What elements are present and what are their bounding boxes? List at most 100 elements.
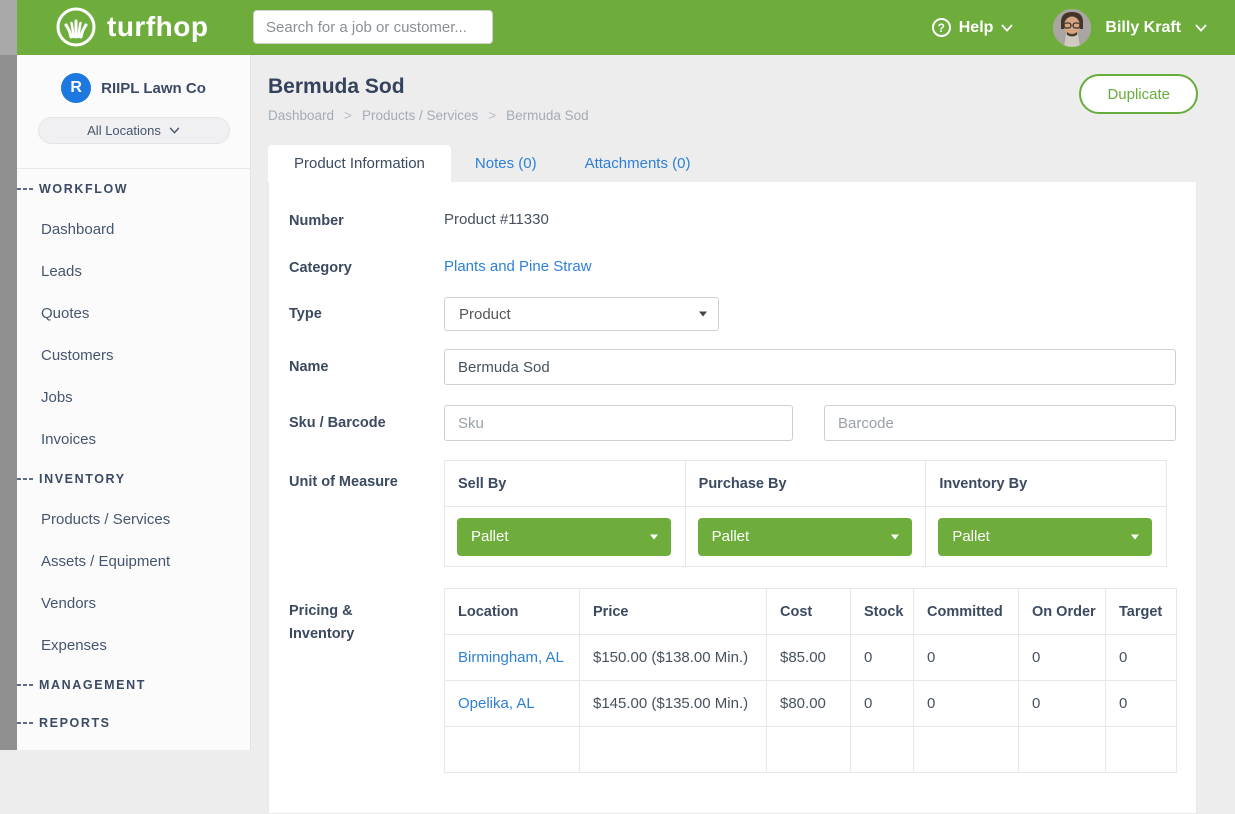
help-icon: ? <box>932 18 951 37</box>
stock-cell: 0 <box>851 635 914 681</box>
chevron-down-icon <box>1001 24 1013 32</box>
on-order-cell: 0 <box>1019 635 1106 681</box>
section-dash-icon <box>17 722 33 724</box>
price-cell: $150.00 ($138.00 Min.) <box>580 635 767 681</box>
sidebar-item-jobs[interactable]: Jobs <box>17 376 250 418</box>
location-filter-dropdown[interactable]: All Locations <box>38 117 230 144</box>
sku-input[interactable] <box>444 405 793 441</box>
location-link-birmingham[interactable]: Birmingham, AL <box>445 635 580 681</box>
duplicate-button[interactable]: Duplicate <box>1079 74 1198 114</box>
sidebar-nav: WORKFLOW Dashboard Leads Quotes Customer… <box>17 170 250 742</box>
location-link-opelika[interactable]: Opelika, AL <box>445 681 580 727</box>
main-content: Bermuda Sod Dashboard > Products / Servi… <box>251 55 1235 750</box>
company-row[interactable]: R RIIPL Lawn Co <box>17 73 250 103</box>
sidebar-item-products-services[interactable]: Products / Services <box>17 498 250 540</box>
sidebar-item-invoices[interactable]: Invoices <box>17 418 250 460</box>
user-name[interactable]: Billy Kraft <box>1105 19 1181 37</box>
number-value: Product #11330 <box>444 211 549 229</box>
sidebar-item-expenses[interactable]: Expenses <box>17 624 250 666</box>
company-logo: R <box>61 73 91 103</box>
help-label: Help <box>959 19 994 37</box>
product-information-panel: Number Product #11330 Category Plants an… <box>268 182 1197 814</box>
chevron-down-icon[interactable] <box>1195 24 1207 32</box>
section-dash-icon <box>17 684 33 686</box>
unit-of-measure-table: Sell By Purchase By Inventory By Pallet … <box>444 460 1167 567</box>
chevron-down-icon <box>169 127 180 134</box>
number-label: Number <box>289 211 444 229</box>
pricing-col-price: Price <box>580 589 767 635</box>
sidebar-divider <box>17 168 250 169</box>
uom-col-sell-by: Sell By <box>445 461 686 507</box>
purchase-by-dropdown[interactable]: Pallet <box>698 518 912 556</box>
company-name: RIIPL Lawn Co <box>101 80 206 97</box>
top-header-bar: turfhop ? Help Billy Kraft <box>17 0 1235 55</box>
stock-cell: 0 <box>851 681 914 727</box>
pricing-inventory-table: Location Price Cost Stock Committed On O… <box>444 588 1177 773</box>
target-cell: 0 <box>1106 681 1177 727</box>
sidebar-item-leads[interactable]: Leads <box>17 250 250 292</box>
dropdown-caret-icon <box>891 534 899 539</box>
name-label: Name <box>289 359 444 375</box>
uom-label: Unit of Measure <box>289 460 444 567</box>
tab-attachments[interactable]: Attachments (0) <box>561 145 715 182</box>
sidebar-section-workflow[interactable]: WORKFLOW <box>17 170 250 208</box>
pricing-col-target: Target <box>1106 589 1177 635</box>
name-input[interactable] <box>444 349 1176 385</box>
section-dash-icon <box>17 478 33 480</box>
pricing-col-stock: Stock <box>851 589 914 635</box>
sidebar-section-inventory[interactable]: INVENTORY <box>17 460 250 498</box>
sidebar: R RIIPL Lawn Co All Locations WORKFLOW D… <box>17 55 251 750</box>
table-row: Birmingham, AL $150.00 ($138.00 Min.) $8… <box>445 635 1177 681</box>
barcode-input[interactable] <box>824 405 1176 441</box>
inventory-by-dropdown[interactable]: Pallet <box>938 518 1152 556</box>
sidebar-item-quotes[interactable]: Quotes <box>17 292 250 334</box>
tab-product-information[interactable]: Product Information <box>268 145 451 182</box>
target-cell: 0 <box>1106 635 1177 681</box>
type-select-value: Product <box>459 306 511 323</box>
cost-cell: $85.00 <box>767 635 851 681</box>
pricing-col-cost: Cost <box>767 589 851 635</box>
sidebar-item-customers[interactable]: Customers <box>17 334 250 376</box>
on-order-cell: 0 <box>1019 681 1106 727</box>
sku-barcode-label: Sku / Barcode <box>289 415 444 431</box>
type-select[interactable]: Product <box>444 297 719 331</box>
brand-logo[interactable]: turfhop <box>55 6 208 48</box>
window-edge-strip <box>0 0 17 750</box>
section-dash-icon <box>17 188 33 190</box>
category-label: Category <box>289 258 444 276</box>
price-cell: $145.00 ($135.00 Min.) <box>580 681 767 727</box>
breadcrumb-current: Bermuda Sod <box>506 108 589 123</box>
pricing-inventory-label: Pricing & Inventory <box>289 588 444 773</box>
type-label: Type <box>289 306 444 322</box>
select-caret-icon <box>699 312 707 317</box>
dropdown-caret-icon <box>1131 534 1139 539</box>
breadcrumb-separator: > <box>344 108 352 123</box>
pricing-col-location: Location <box>445 589 580 635</box>
breadcrumb-dashboard[interactable]: Dashboard <box>268 108 334 123</box>
table-row: Opelika, AL $145.00 ($135.00 Min.) $80.0… <box>445 681 1177 727</box>
global-search-input[interactable] <box>253 10 493 44</box>
sell-by-dropdown[interactable]: Pallet <box>457 518 671 556</box>
pricing-col-on-order: On Order <box>1019 589 1106 635</box>
user-avatar[interactable] <box>1053 9 1091 47</box>
cost-cell: $80.00 <box>767 681 851 727</box>
sidebar-item-assets-equipment[interactable]: Assets / Equipment <box>17 540 250 582</box>
sidebar-item-vendors[interactable]: Vendors <box>17 582 250 624</box>
sidebar-item-dashboard[interactable]: Dashboard <box>17 208 250 250</box>
tab-bar: Product Information Notes (0) Attachment… <box>268 145 1235 182</box>
uom-col-purchase-by: Purchase By <box>685 461 926 507</box>
breadcrumb-products-services[interactable]: Products / Services <box>362 108 478 123</box>
location-filter-label: All Locations <box>87 123 161 138</box>
committed-cell: 0 <box>914 681 1019 727</box>
brand-name: turfhop <box>107 11 208 43</box>
dropdown-caret-icon <box>650 534 658 539</box>
uom-col-inventory-by: Inventory By <box>926 461 1167 507</box>
committed-cell: 0 <box>914 635 1019 681</box>
turfhop-grass-icon <box>55 6 97 48</box>
tab-notes[interactable]: Notes (0) <box>451 145 561 182</box>
pricing-col-committed: Committed <box>914 589 1019 635</box>
sidebar-section-reports[interactable]: REPORTS <box>17 704 250 742</box>
help-menu[interactable]: ? Help <box>932 18 1014 37</box>
sidebar-section-management[interactable]: MANAGEMENT <box>17 666 250 704</box>
category-link[interactable]: Plants and Pine Straw <box>444 258 592 276</box>
